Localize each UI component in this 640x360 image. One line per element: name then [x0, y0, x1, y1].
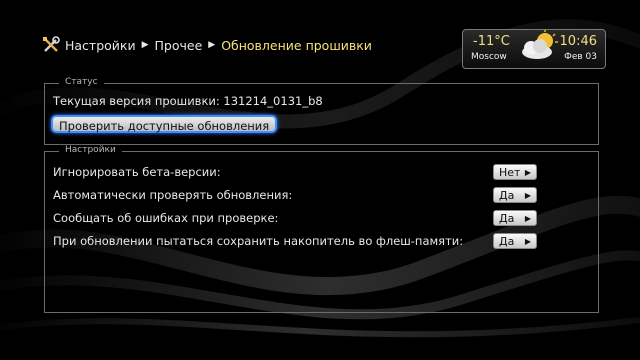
play-arrow-icon: ▶ [524, 168, 531, 177]
firmware-version: Текущая версия прошивки: 131214_0131_b8 [53, 94, 323, 108]
setting-row-report-errors: Сообщать об ошибках при проверке: Да ▶ [53, 210, 537, 228]
setting-label: Игнорировать бета-версии: [53, 165, 221, 179]
clock-time: 10:46 [559, 34, 597, 49]
clock-date: Фев 03 [564, 52, 597, 62]
settings-group: Настройки Игнорировать бета-версии: Нет … [44, 145, 599, 313]
setting-row-keep-flash-storage: При обновлении пытаться сохранить накопи… [53, 233, 537, 251]
setting-value: Да [499, 235, 515, 248]
breadcrumb-item-other[interactable]: Прочее [155, 38, 203, 53]
setting-value: Нет [499, 166, 521, 179]
setting-value: Да [499, 212, 515, 225]
setting-toggle-auto-check[interactable]: Да ▶ [493, 187, 537, 203]
play-arrow-icon: ▶ [524, 214, 531, 223]
setting-toggle-ignore-beta[interactable]: Нет ▶ [493, 164, 537, 180]
temperature: -11°C [473, 34, 510, 49]
breadcrumb-item-settings[interactable]: Настройки [65, 38, 136, 53]
breadcrumb: Настройки ▶ Прочее ▶ Обновление прошивки [42, 36, 372, 54]
chevron-right-icon: ▶ [208, 40, 216, 50]
status-legend: Статус [59, 77, 104, 87]
check-updates-button[interactable]: Проверить доступные обновления [51, 115, 278, 133]
setting-label: Автоматически проверять обновления: [53, 188, 293, 202]
play-arrow-icon: ▶ [524, 191, 531, 200]
setting-value: Да [499, 189, 515, 202]
setting-row-ignore-beta: Игнорировать бета-версии: Нет ▶ [53, 164, 537, 182]
city: Moscow [471, 52, 507, 62]
status-group: Статус Текущая версия прошивки: 131214_0… [44, 77, 599, 145]
breadcrumb-current: Обновление прошивки [221, 37, 372, 53]
setting-toggle-keep-flash-storage[interactable]: Да ▶ [493, 233, 537, 249]
chevron-right-icon: ▶ [141, 40, 149, 50]
tools-icon [43, 36, 60, 52]
setting-label: При обновлении пытаться сохранить накопи… [53, 234, 464, 248]
weather-clock-widget: -11°C Moscow 10:46 Фев 03 [462, 29, 606, 69]
setting-row-auto-check: Автоматически проверять обновления: Да ▶ [53, 187, 537, 205]
setting-toggle-report-errors[interactable]: Да ▶ [493, 210, 537, 226]
partly-cloudy-icon [522, 30, 558, 59]
setting-label: Сообщать об ошибках при проверке: [53, 211, 279, 225]
play-arrow-icon: ▶ [524, 237, 531, 246]
settings-legend: Настройки [59, 145, 122, 155]
